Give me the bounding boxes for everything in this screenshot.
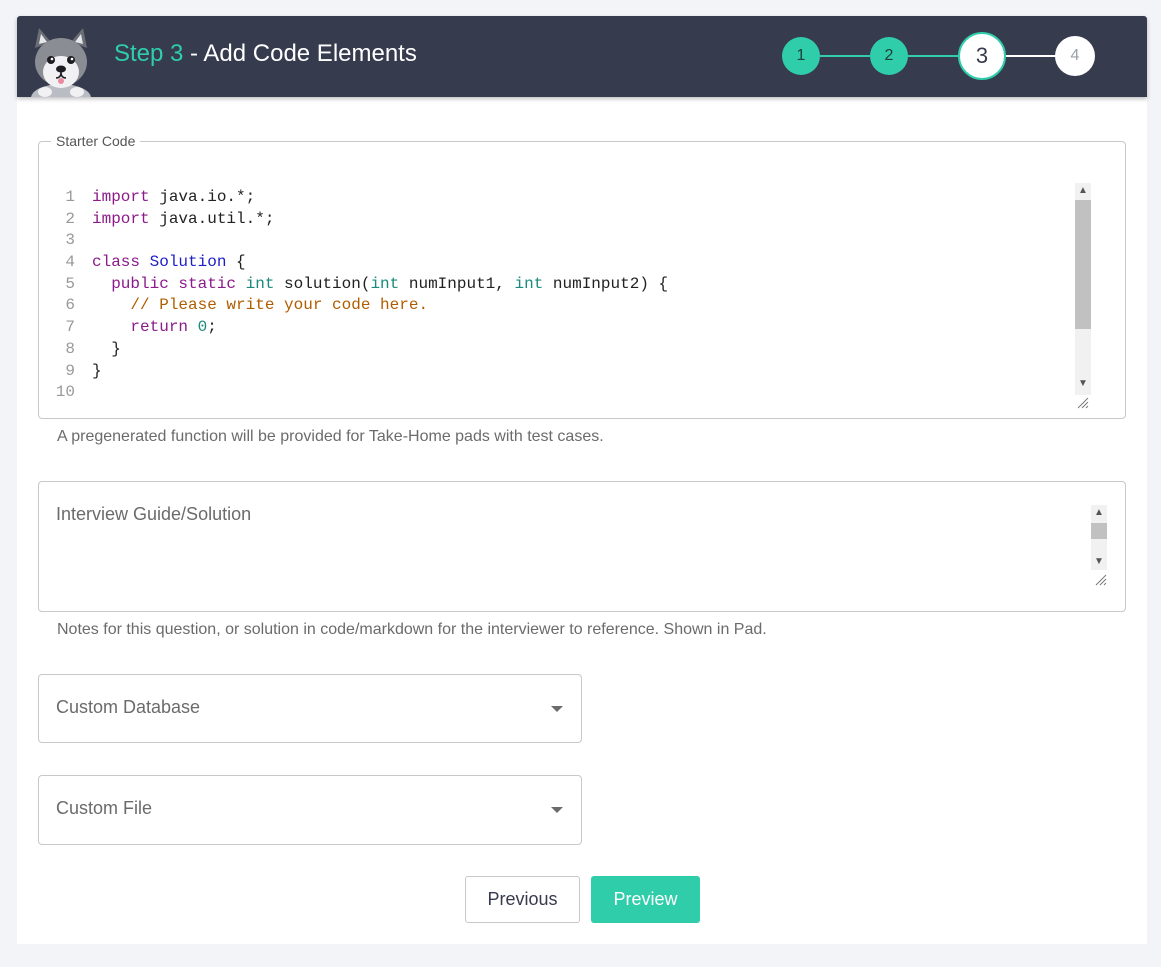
interview-guide-help: Notes for this question, or solution in … [57, 621, 767, 638]
code-token: 0 [197, 318, 208, 337]
code-scrollbar[interactable]: ▲ ▼ [1075, 183, 1091, 395]
scrollbar-thumb[interactable] [1091, 523, 1107, 539]
line-number: 6 [65, 296, 75, 315]
line-number: 5 [65, 274, 75, 293]
custom-file-label: Custom File [56, 798, 153, 818]
interview-guide-placeholder: Interview Guide/Solution [56, 504, 252, 524]
line-number: 2 [65, 209, 75, 228]
starter-code-legend: Starter Code [56, 133, 136, 149]
custom-file-select[interactable]: Custom File [38, 775, 582, 845]
resize-grip-icon[interactable] [1075, 395, 1089, 409]
line-number: 9 [65, 361, 75, 380]
line-number: 7 [65, 318, 75, 337]
step-1-indicator[interactable]: 1 [782, 37, 820, 75]
code-token: numInput1, [399, 274, 515, 293]
code-token: public static [92, 274, 246, 293]
step-3-indicator: 3 [958, 32, 1006, 80]
code-line: 1 import java.io.*; [55, 187, 1055, 209]
preview-button[interactable]: Preview [591, 876, 700, 923]
previous-button[interactable]: Previous [465, 876, 580, 923]
line-number: 10 [55, 383, 75, 402]
code-token: ; [207, 318, 217, 337]
code-token: { [226, 253, 246, 272]
code-line: 5 public static int solution(int numInpu… [55, 274, 1055, 296]
custom-database-select[interactable]: Custom Database [38, 674, 582, 743]
code-token: int [245, 274, 275, 293]
code-token: java.util.*; [149, 209, 275, 228]
line-number: 3 [65, 231, 75, 250]
line-number: 8 [65, 339, 75, 358]
code-line: 6 // Please write your code here. [55, 295, 1055, 317]
interview-guide-input[interactable]: Interview Guide/Solution ▲ ▼ [38, 481, 1126, 612]
code-token: import [92, 209, 150, 228]
code-token: } [92, 339, 121, 358]
scrollbar-thumb[interactable] [1075, 200, 1091, 329]
code-token: import [92, 188, 150, 206]
code-token: Solution [149, 253, 227, 272]
resize-grip-icon[interactable] [1093, 572, 1107, 586]
scroll-up-icon[interactable]: ▲ [1075, 183, 1091, 199]
code-line: 9} [55, 361, 1055, 383]
starter-code-help: A pregenerated function will be provided… [57, 428, 604, 445]
progress-stepper: 1 2 3 4 [17, 16, 1147, 97]
code-token: int [370, 274, 400, 293]
code-line: 4 class Solution { [55, 252, 1055, 274]
code-token: numInput2) { [543, 274, 669, 293]
code-line: 2 import java.util.*; [55, 209, 1055, 231]
chevron-down-icon [551, 706, 563, 712]
code-line: 7 return 0; [55, 317, 1055, 339]
code-token: } [92, 361, 102, 380]
starter-code-editor[interactable]: Starter Code 1 import java.io.*; 2 import j… [38, 133, 1126, 419]
step-4-indicator: 4 [1055, 36, 1095, 76]
chevron-down-icon [551, 807, 563, 813]
scroll-down-icon[interactable]: ▼ [1075, 376, 1091, 392]
line-number: 1 [65, 188, 75, 206]
wizard-header: Step 3 - Add Code Elements 1 2 3 4 [17, 16, 1147, 97]
step-2-indicator[interactable]: 2 [870, 37, 908, 75]
code-token: java.io.*; [149, 188, 256, 206]
code-line: 3 [55, 230, 1055, 252]
scroll-up-icon[interactable]: ▲ [1091, 505, 1107, 521]
code-line: 10 [55, 382, 1055, 404]
code-line: 8 } [55, 339, 1055, 361]
code-token: // Please write your code here. [92, 296, 429, 315]
scroll-down-icon[interactable]: ▼ [1091, 554, 1107, 570]
custom-database-label: Custom Database [56, 697, 201, 717]
code-token: solution( [274, 274, 371, 293]
line-number: 4 [65, 253, 75, 272]
guide-scrollbar[interactable]: ▲ ▼ [1091, 505, 1107, 570]
code-token: int [514, 274, 544, 293]
code-area[interactable]: 1 import java.io.*; 2 import java.util.*; 3 4… [55, 187, 1055, 404]
code-token: class [92, 253, 150, 272]
code-token: return [92, 318, 198, 337]
